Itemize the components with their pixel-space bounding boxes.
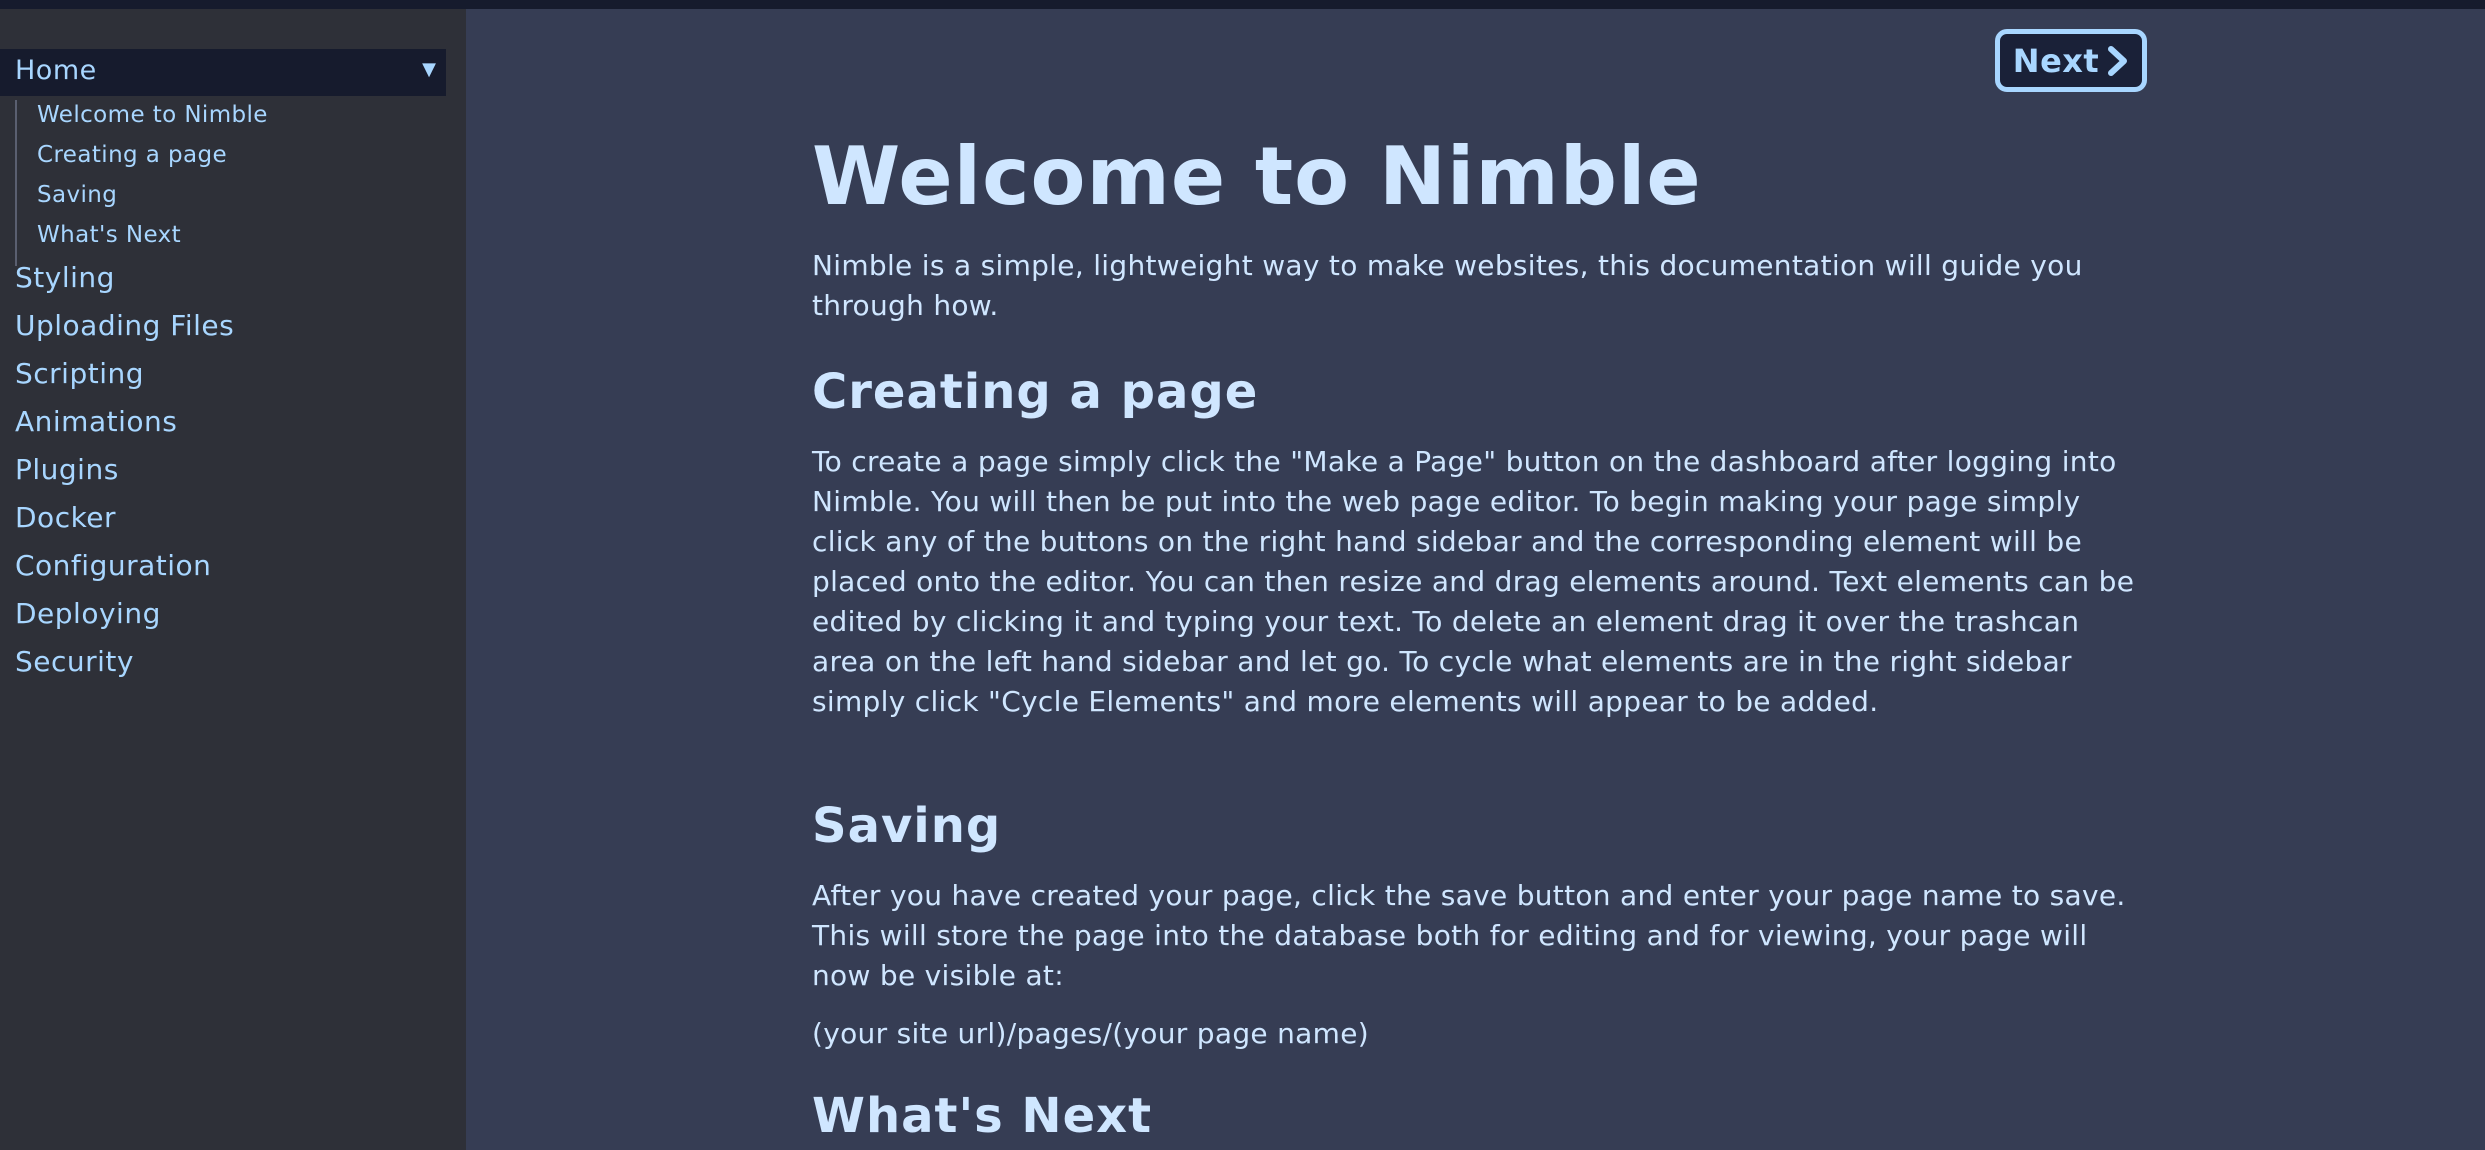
chevron-right-icon <box>2108 45 2128 76</box>
sidebar-item-home-label: Home <box>15 55 97 86</box>
sidebar-item-docker[interactable]: Docker <box>15 501 116 534</box>
page-url-pattern: (your site url)/pages/(your page name) <box>812 1017 1369 1050</box>
caret-down-icon[interactable]: ▼ <box>422 59 436 80</box>
subnav-item-saving[interactable]: Saving <box>37 182 117 208</box>
sidebar-item-plugins[interactable]: Plugins <box>15 453 119 486</box>
section-heading-creating-a-page: Creating a page <box>812 364 1259 420</box>
section-heading-whats-next: What's Next <box>812 1088 1153 1144</box>
subnav-item-whats-next[interactable]: What's Next <box>37 222 181 248</box>
sidebar-item-security[interactable]: Security <box>15 645 134 678</box>
section-body-creating-a-page: To create a page simply click the "Make … <box>812 445 2135 718</box>
sidebar-item-animations[interactable]: Animations <box>15 405 177 438</box>
subnav-item-welcome[interactable]: Welcome to Nimble <box>37 102 268 128</box>
top-bar <box>0 0 2485 9</box>
intro-paragraph: Nimble is a simple, lightweight way to m… <box>812 249 2083 322</box>
section-heading-saving: Saving <box>812 798 1002 854</box>
subnav-item-creating-a-page[interactable]: Creating a page <box>37 142 227 168</box>
sidebar-item-configuration[interactable]: Configuration <box>15 549 211 582</box>
next-button-label: Next <box>2012 41 2100 80</box>
sidebar-item-home[interactable]: Home ▼ <box>0 49 446 96</box>
section-body-saving: After you have created your page, click … <box>812 879 2126 992</box>
sidebar-item-styling[interactable]: Styling <box>15 261 115 294</box>
sidebar-item-scripting[interactable]: Scripting <box>15 357 144 390</box>
sidebar-item-deploying[interactable]: Deploying <box>15 597 161 630</box>
sidebar-item-uploading-files[interactable]: Uploading Files <box>15 309 234 342</box>
page-title: Welcome to Nimble <box>812 130 1702 223</box>
subnav-divider <box>15 100 17 266</box>
sidebar: Home ▼ Welcome to Nimble Creating a page… <box>0 9 466 1150</box>
next-button[interactable]: Next <box>1995 29 2147 92</box>
